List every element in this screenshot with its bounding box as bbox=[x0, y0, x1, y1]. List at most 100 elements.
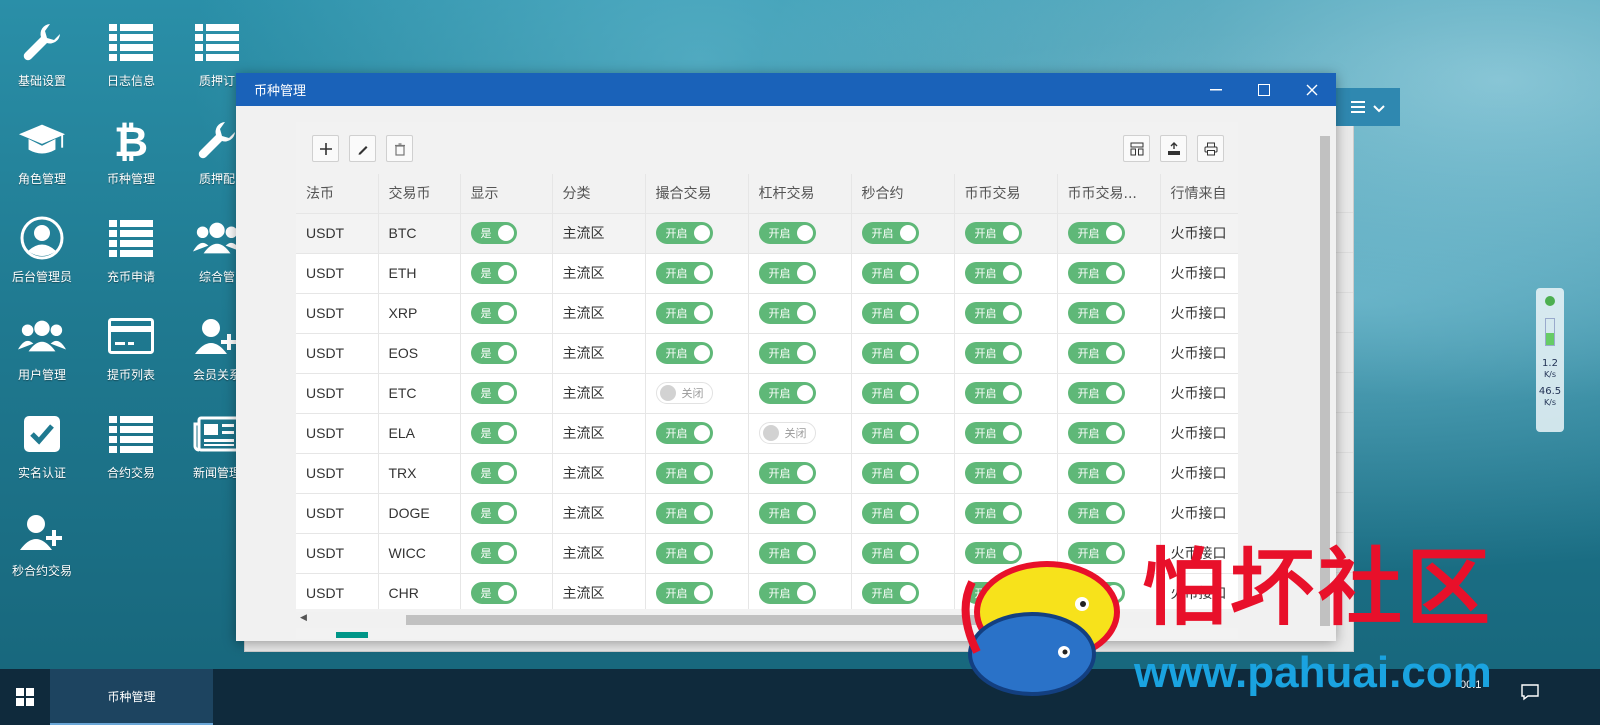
window-titlebar[interactable]: 币种管理 bbox=[236, 73, 1336, 106]
desktop-icon-13[interactable]: 实名认证 bbox=[0, 392, 84, 482]
minimize-button[interactable] bbox=[1192, 73, 1240, 106]
export-button[interactable] bbox=[1160, 135, 1187, 162]
match-toggle[interactable]: 开启 bbox=[655, 262, 713, 284]
show-toggle[interactable]: 是 bbox=[470, 342, 517, 364]
delete-button[interactable] bbox=[386, 135, 413, 162]
desktop-icon-10[interactable]: 用户管理 bbox=[0, 294, 84, 384]
background-menu-button[interactable] bbox=[1335, 88, 1400, 126]
columns-button[interactable] bbox=[1123, 135, 1150, 162]
maximize-button[interactable] bbox=[1240, 73, 1288, 106]
scroll-left-icon[interactable]: ◀ bbox=[300, 613, 307, 623]
column-header[interactable]: 法币 bbox=[296, 174, 379, 213]
leverage-toggle[interactable]: 开启 bbox=[758, 462, 816, 484]
table-row[interactable]: USDT ETC 是 主流区 关闭 开启 开启 开启 开启 火币接口 bbox=[296, 372, 1238, 413]
desktop-icon-4[interactable]: 角色管理 bbox=[0, 98, 84, 188]
leverage-toggle[interactable]: 开启 bbox=[758, 302, 816, 324]
table-row[interactable]: USDT ELA 是 主流区 开启 关闭 开启 开启 开启 火币接口 bbox=[296, 412, 1238, 453]
leverage-toggle[interactable]: 开启 bbox=[758, 342, 816, 364]
match-toggle[interactable]: 开启 bbox=[655, 502, 713, 524]
table-row[interactable]: USDT DOGE 是 主流区 开启 开启 开启 开启 开启 火币接口 bbox=[296, 492, 1238, 533]
second-toggle[interactable]: 开启 bbox=[861, 462, 919, 484]
table-row[interactable]: USDT ETH 是 主流区 开启 开启 开启 开启 开启 火币接口 bbox=[296, 252, 1238, 293]
print-button[interactable] bbox=[1197, 135, 1224, 162]
table-row[interactable]: USDT EOS 是 主流区 开启 开启 开启 开启 开启 火币接口 bbox=[296, 332, 1238, 373]
match-toggle[interactable]: 开启 bbox=[655, 302, 713, 324]
second-toggle[interactable]: 开启 bbox=[861, 302, 919, 324]
show-toggle[interactable]: 是 bbox=[470, 262, 517, 284]
column-header[interactable]: 秒合约 bbox=[851, 174, 955, 213]
table-row[interactable]: USDT XRP 是 主流区 开启 开启 开启 开启 开启 火币接口 bbox=[296, 292, 1238, 333]
desktop-icon-16[interactable]: 秒合约交易 bbox=[0, 490, 84, 580]
spot2-toggle[interactable]: 开启 bbox=[1067, 302, 1125, 324]
match-toggle[interactable]: 开启 bbox=[655, 342, 713, 364]
spot-toggle[interactable]: 开启 bbox=[964, 302, 1022, 324]
second-toggle[interactable]: 开启 bbox=[861, 382, 919, 404]
column-header[interactable]: 分类 bbox=[552, 174, 646, 213]
leverage-toggle[interactable]: 开启 bbox=[758, 582, 816, 605]
column-header[interactable]: 币币交易... bbox=[1057, 174, 1161, 213]
table-row[interactable]: USDT TRX 是 主流区 开启 开启 开启 开启 开启 火币接口 bbox=[296, 452, 1238, 493]
leverage-toggle[interactable]: 开启 bbox=[758, 502, 816, 524]
match-toggle[interactable]: 开启 bbox=[655, 462, 713, 484]
second-toggle[interactable]: 开启 bbox=[861, 262, 919, 284]
desktop-icon-1[interactable]: 基础设置 bbox=[0, 0, 84, 90]
match-toggle[interactable]: 开启 bbox=[655, 582, 713, 605]
show-toggle[interactable]: 是 bbox=[470, 422, 517, 444]
spot2-toggle[interactable]: 开启 bbox=[1067, 462, 1125, 484]
match-toggle[interactable]: 关闭 bbox=[655, 382, 713, 404]
spot2-toggle[interactable]: 开启 bbox=[1067, 342, 1125, 364]
leverage-toggle[interactable]: 开启 bbox=[758, 262, 816, 284]
second-toggle[interactable]: 开启 bbox=[861, 542, 919, 564]
show-toggle[interactable]: 是 bbox=[470, 542, 517, 564]
match-toggle[interactable]: 开启 bbox=[655, 422, 713, 444]
second-toggle[interactable]: 开启 bbox=[861, 422, 919, 444]
spot2-toggle[interactable]: 开启 bbox=[1067, 222, 1125, 244]
show-toggle[interactable]: 是 bbox=[470, 502, 517, 524]
add-button[interactable] bbox=[312, 135, 339, 162]
second-toggle[interactable]: 开启 bbox=[861, 222, 919, 244]
column-header[interactable]: 交易币 bbox=[378, 174, 461, 213]
taskbar-item-coin-management[interactable]: 币种管理 bbox=[50, 669, 213, 725]
match-toggle[interactable]: 开启 bbox=[655, 542, 713, 564]
pagination-current[interactable] bbox=[336, 632, 368, 638]
show-toggle[interactable]: 是 bbox=[470, 582, 517, 605]
spot-toggle[interactable]: 开启 bbox=[964, 462, 1022, 484]
show-toggle[interactable]: 是 bbox=[470, 462, 517, 484]
leverage-toggle[interactable]: 开启 bbox=[758, 222, 816, 244]
spot2-toggle[interactable]: 开启 bbox=[1067, 422, 1125, 444]
column-header[interactable]: 杠杆交易 bbox=[748, 174, 852, 213]
table-row[interactable]: USDT BTC 是 主流区 开启 开启 开启 开启 开启 火币接口 bbox=[296, 212, 1238, 253]
spot-toggle[interactable]: 开启 bbox=[964, 222, 1022, 244]
spot-toggle[interactable]: 开启 bbox=[964, 262, 1022, 284]
spot-toggle[interactable]: 开启 bbox=[964, 382, 1022, 404]
leverage-toggle[interactable]: 开启 bbox=[758, 382, 816, 404]
spot2-toggle[interactable]: 开启 bbox=[1067, 262, 1125, 284]
desktop-icon-8[interactable]: 充币申请 bbox=[89, 196, 173, 286]
show-toggle[interactable]: 是 bbox=[470, 222, 517, 244]
edit-button[interactable] bbox=[349, 135, 376, 162]
column-header[interactable]: 币币交易 bbox=[954, 174, 1058, 213]
second-toggle[interactable]: 开启 bbox=[861, 582, 919, 605]
leverage-toggle[interactable]: 开启 bbox=[758, 542, 816, 564]
desktop-icon-7[interactable]: 后台管理员 bbox=[0, 196, 84, 286]
match-toggle[interactable]: 开启 bbox=[655, 222, 713, 244]
second-toggle[interactable]: 开启 bbox=[861, 342, 919, 364]
spot-toggle[interactable]: 开启 bbox=[964, 342, 1022, 364]
show-toggle[interactable]: 是 bbox=[470, 302, 517, 324]
desktop-icon-5[interactable]: ₿ 币种管理 bbox=[89, 98, 173, 188]
close-button[interactable] bbox=[1288, 73, 1336, 106]
spot-toggle[interactable]: 开启 bbox=[964, 422, 1022, 444]
column-header[interactable]: 显示 bbox=[460, 174, 553, 213]
desktop-icon-2[interactable]: 日志信息 bbox=[89, 0, 173, 90]
spot-toggle[interactable]: 开启 bbox=[964, 502, 1022, 524]
show-toggle[interactable]: 是 bbox=[470, 382, 517, 404]
desktop-icon-11[interactable]: 提币列表 bbox=[89, 294, 173, 384]
start-button[interactable] bbox=[0, 669, 50, 725]
spot2-toggle[interactable]: 开启 bbox=[1067, 502, 1125, 524]
column-header[interactable]: 撮合交易 bbox=[645, 174, 749, 213]
leverage-toggle[interactable]: 关闭 bbox=[758, 422, 816, 444]
second-toggle[interactable]: 开启 bbox=[861, 502, 919, 524]
column-header[interactable]: 行情来自 bbox=[1160, 174, 1238, 213]
desktop-icon-14[interactable]: 合约交易 bbox=[89, 392, 173, 482]
spot2-toggle[interactable]: 开启 bbox=[1067, 382, 1125, 404]
